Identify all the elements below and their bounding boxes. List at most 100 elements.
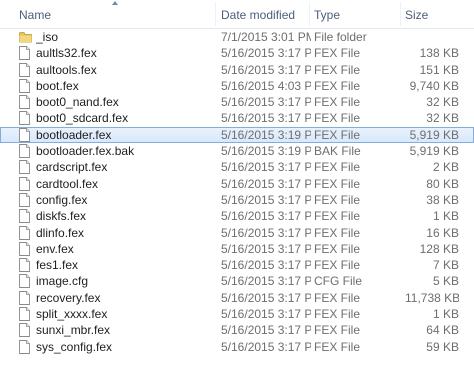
file-icon (19, 339, 31, 354)
file-row[interactable]: diskfs.fex 5/16/2015 3:17 PMFEX File 1 KB (0, 208, 474, 224)
file-date-modified: 5/16/2015 3:17 PM (221, 339, 311, 354)
file-date-modified: 5/16/2015 3:17 PM (221, 225, 311, 240)
file-icon (19, 160, 31, 175)
file-row[interactable]: bootloader.fex.bak 5/16/2015 3:19 PMBAK F… (0, 143, 474, 159)
file-type: FEX File (314, 160, 361, 175)
file-size: 1 KB (432, 307, 459, 322)
file-type: FEX File (314, 307, 361, 322)
file-row[interactable]: env.fex 5/16/2015 3:17 PMFEX File 128 KB (0, 241, 474, 257)
file-row[interactable]: cardscript.fex 5/16/2015 3:17 PMFEX File 2… (0, 159, 474, 175)
file-date-modified: 5/16/2015 3:17 PM (221, 274, 311, 289)
file-date-modified: 5/16/2015 3:17 PM (221, 258, 311, 273)
file-size: 80 KB (426, 176, 459, 191)
file-type: FEX File (314, 241, 361, 256)
file-size: 7 KB (432, 258, 459, 273)
file-icon (19, 241, 31, 256)
folder-icon (19, 31, 32, 45)
file-row[interactable]: boot0_nand.fex 5/16/2015 3:17 PMFEX File 3… (0, 94, 474, 110)
file-date-modified: 5/16/2015 3:17 PM (221, 241, 311, 256)
file-name: sunxi_mbr.fex (36, 323, 111, 338)
file-icon (19, 225, 31, 240)
column-header-size[interactable]: Size (405, 0, 465, 28)
file-date-modified: 5/16/2015 3:17 PM (221, 95, 311, 110)
file-size: 32 KB (426, 111, 459, 126)
file-name: aultools.fex (36, 62, 97, 77)
file-row[interactable]: _iso 7/1/2015 3:01 PM File folder (0, 29, 474, 45)
file-icon (19, 193, 31, 207)
file-date-modified: 5/16/2015 4:03 PM (221, 78, 311, 93)
file-date-modified: 5/16/2015 3:17 PM (221, 192, 311, 207)
file-icon (19, 209, 31, 224)
file-date-modified: 5/16/2015 3:17 PM (221, 307, 311, 322)
file-name: env.fex (36, 241, 74, 256)
file-row[interactable]: bootloader.fex 5/16/2015 3:19 PMFEX File 5… (0, 126, 474, 144)
file-type: BAK File (314, 144, 361, 159)
file-type: FEX File (314, 339, 361, 354)
file-size (405, 29, 459, 45)
file-row[interactable]: boot.fex 5/16/2015 4:03 PMFEX File 9,740 K… (0, 78, 474, 94)
file-icon (19, 95, 31, 110)
file-size: 1 KB (432, 209, 459, 224)
file-row[interactable]: dlinfo.fex 5/16/2015 3:17 PMFEX File 16 KB (0, 225, 474, 241)
file-date-modified: 5/16/2015 3:17 PM (221, 290, 311, 305)
file-date-modified: 5/16/2015 3:17 PM (221, 323, 311, 338)
file-type: File folder (314, 30, 367, 44)
column-divider[interactable] (215, 2, 216, 26)
column-divider[interactable] (400, 2, 401, 26)
file-name: image.cfg (36, 274, 89, 289)
file-row[interactable]: cardtool.fex 5/16/2015 3:17 PMFEX File 80 … (0, 176, 474, 192)
file-date-modified: 5/16/2015 3:17 PM (221, 176, 311, 191)
file-icon (19, 62, 31, 77)
file-row[interactable]: config.fex 5/16/2015 3:17 PMFEX File 38 KB (0, 192, 474, 208)
file-name: cardscript.fex (36, 160, 108, 175)
column-header-name[interactable]: Name (19, 0, 211, 28)
file-name: fes1.fex (36, 258, 79, 273)
column-header-date-modified[interactable]: Date modified (221, 0, 307, 28)
file-size: 38 KB (426, 192, 459, 207)
column-divider[interactable] (309, 2, 310, 26)
file-size: 151 KB (419, 62, 459, 77)
file-row[interactable]: image.cfg 5/16/2015 3:17 PMCFG File 5 KB (0, 273, 474, 289)
file-icon (19, 323, 31, 338)
column-header-bar: Name Date modified Type Size (0, 0, 474, 29)
file-icon (19, 111, 31, 126)
column-header-type[interactable]: Type (314, 0, 398, 28)
file-type: FEX File (314, 209, 361, 224)
file-date-modified: 5/16/2015 3:17 PM (221, 111, 311, 126)
file-name: dlinfo.fex (36, 225, 85, 240)
file-type: FEX File (314, 111, 361, 126)
file-row[interactable]: sys_config.fex 5/16/2015 3:17 PMFEX File 5… (0, 339, 474, 355)
file-type: FEX File (314, 62, 361, 77)
file-name: boot0_sdcard.fex (36, 111, 129, 126)
file-name: bootloader.fex (36, 127, 112, 142)
file-row[interactable]: aultools.fex 5/16/2015 3:17 PMFEX File 151… (0, 62, 474, 78)
file-row[interactable]: recovery.fex 5/16/2015 3:17 PMFEX File 11,… (0, 290, 474, 306)
file-icon (19, 274, 31, 289)
file-name: bootloader.fex.bak (36, 144, 135, 159)
file-type: FEX File (314, 176, 361, 191)
file-size: 138 KB (419, 46, 459, 61)
file-type: FEX File (314, 95, 361, 110)
file-list: _iso 7/1/2015 3:01 PM File folder aultls32.… (0, 29, 474, 355)
file-date-modified: 5/16/2015 3:19 PM (221, 127, 311, 142)
file-name: cardtool.fex (36, 176, 99, 191)
file-date-modified: 5/16/2015 3:17 PM (221, 209, 311, 224)
file-icon (19, 307, 31, 321)
file-size: 11,738 KB (405, 290, 459, 305)
file-size: 64 KB (426, 323, 459, 338)
file-row[interactable]: aultls32.fex 5/16/2015 3:17 PMFEX File 138… (0, 45, 474, 61)
file-row[interactable]: split_xxxx.fex 5/16/2015 3:17 PMFEX File 1… (0, 306, 474, 322)
file-size: 32 KB (426, 95, 459, 110)
file-type: FEX File (314, 225, 361, 240)
file-icon (19, 258, 31, 273)
file-date-modified: 5/16/2015 3:17 PM (221, 62, 311, 77)
file-icon (19, 78, 31, 93)
file-row[interactable]: fes1.fex 5/16/2015 3:17 PMFEX File 7 KB (0, 257, 474, 273)
file-name: recovery.fex (36, 290, 101, 305)
file-icon (19, 46, 31, 61)
file-row[interactable]: sunxi_mbr.fex 5/16/2015 3:17 PMFEX File 64… (0, 322, 474, 338)
file-icon (19, 144, 31, 159)
file-type: FEX File (314, 290, 361, 305)
file-row[interactable]: boot0_sdcard.fex 5/16/2015 3:17 PMFEX Fil… (0, 110, 474, 126)
file-name: aultls32.fex (36, 46, 97, 61)
